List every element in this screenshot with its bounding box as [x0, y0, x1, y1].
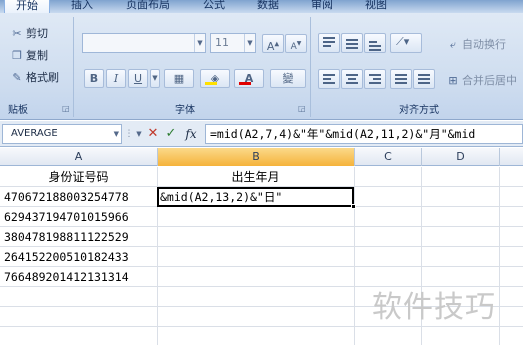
fill-handle[interactable] — [351, 204, 356, 209]
wrap-text-label: 自动换行 — [462, 38, 506, 51]
scissors-icon: ✂ — [12, 27, 22, 40]
font-group-label: 字体 — [175, 105, 195, 116]
tab-home[interactable]: 开始 — [4, 0, 50, 13]
formula-input[interactable]: =mid(A2,7,4)&"年"&mid(A2,11,2)&"月"&mid — [205, 124, 523, 144]
gridline — [499, 167, 500, 345]
chevron-down-icon: ▼ — [244, 34, 255, 52]
column-header-b[interactable]: B — [158, 148, 355, 166]
gridline — [0, 266, 523, 267]
bold-button[interactable]: B — [84, 69, 104, 88]
tab-data[interactable]: 数据 — [248, 0, 288, 13]
watermark-text: 软件技巧 — [372, 290, 496, 325]
borders-button[interactable]: ▦ — [164, 69, 194, 88]
phonetic-guide-button[interactable]: 變 — [270, 69, 306, 88]
chevron-down-icon: ▼ — [194, 34, 205, 52]
gridline — [0, 246, 523, 247]
cell-b1[interactable]: 出生年月 — [157, 168, 354, 186]
grip-icon: ⋮ — [124, 129, 134, 139]
column-headers: A B C D — [0, 148, 523, 166]
tab-review[interactable]: 审阅 — [302, 0, 342, 13]
group-divider — [73, 17, 74, 117]
clipboard-dialog-launcher-icon[interactable]: ◲ — [62, 105, 70, 113]
copy-label: 复制 — [26, 49, 48, 62]
phonetic-guide-icon: 變 — [282, 72, 294, 85]
column-header-d[interactable]: D — [422, 148, 500, 166]
orientation-button[interactable]: ⟋▾ — [390, 33, 422, 53]
cell-a3[interactable]: 629437194701015966 — [4, 208, 129, 226]
shrink-font-button[interactable]: A▼ — [285, 34, 307, 53]
column-header-a[interactable]: A — [0, 148, 158, 166]
align-center-button[interactable] — [341, 69, 363, 89]
underline-button[interactable]: U — [128, 69, 148, 88]
insert-function-icon[interactable]: fx — [181, 124, 201, 144]
font-size-combo[interactable]: 11 ▼ — [210, 33, 256, 53]
underline-dropdown[interactable]: ▼ — [150, 69, 160, 88]
chevron-down-icon: ▼ — [152, 74, 158, 82]
gridline — [0, 326, 523, 327]
chevron-down-icon: ▼ — [113, 130, 119, 138]
chevron-down-icon: ▼ — [136, 130, 142, 138]
fill-color-button[interactable]: ◈ — [200, 69, 230, 88]
name-box[interactable]: AVERAGE ▼ — [2, 124, 122, 144]
enter-icon[interactable]: ✓ — [163, 124, 179, 144]
font-name-combo[interactable]: ▼ — [82, 33, 206, 53]
merge-cells-icon: ⊞ — [448, 74, 458, 87]
format-painter-button[interactable]: ✎ 格式刷 — [10, 68, 59, 87]
cell-a1[interactable]: 身份证号码 — [0, 168, 157, 186]
shrink-font-icon: A▼ — [290, 40, 302, 52]
align-right-button[interactable] — [364, 69, 386, 89]
wrap-text-icon: ⤶ — [449, 38, 457, 51]
cell-a2[interactable]: 470672188003254778 — [4, 188, 129, 206]
gridline — [354, 167, 355, 345]
grow-font-button[interactable]: A▲ — [262, 34, 284, 53]
format-painter-label: 格式刷 — [26, 71, 59, 84]
paintbrush-icon: ✎ — [12, 71, 22, 84]
merge-center-button[interactable]: ⊞ 合并后居中 — [446, 71, 517, 90]
increase-indent-button[interactable] — [413, 69, 435, 89]
copy-button[interactable]: ❐ 复制 — [10, 46, 48, 65]
merge-center-label: 合并后居中 — [462, 74, 517, 87]
cell-a5[interactable]: 264152200510182433 — [4, 248, 129, 266]
italic-button[interactable]: I — [106, 69, 126, 88]
cancel-icon[interactable]: ✕ — [145, 124, 161, 144]
column-header-c[interactable]: C — [355, 148, 422, 166]
formula-button-group: ⋮ ▼ ✕ ✓ fx — [123, 124, 203, 144]
tab-view[interactable]: 视图 — [356, 0, 396, 13]
alignment-group-label: 对齐方式 — [399, 105, 439, 116]
font-size-value: 11 — [215, 36, 229, 49]
wrap-text-button[interactable]: ⤶ 自动换行 — [446, 35, 506, 54]
tab-insert[interactable]: 插入 — [62, 0, 102, 13]
copy-icon: ❐ — [12, 49, 22, 62]
cut-button[interactable]: ✂ 剪切 — [10, 24, 48, 43]
worksheet-grid[interactable]: 身份证号码 出生年月 &mid(A2,13,2)&"日" 47067218800… — [0, 167, 523, 345]
align-left-button[interactable] — [318, 69, 340, 89]
cell-a4[interactable]: 380478198811122529 — [4, 228, 129, 246]
cell-b2-editing-text: &mid(A2,13,2)&"日" — [160, 190, 283, 204]
cell-a6[interactable]: 766489201412131314 — [4, 268, 129, 286]
cut-label: 剪切 — [26, 27, 48, 40]
tab-formulas[interactable]: 公式 — [194, 0, 234, 13]
ribbon-tab-bar: 开始 插入 页面布局 公式 数据 审阅 视图 — [0, 0, 523, 13]
middle-align-button[interactable] — [341, 33, 363, 53]
column-header-e[interactable] — [500, 148, 523, 166]
name-box-value: AVERAGE — [11, 128, 58, 139]
grow-font-icon: A▲ — [266, 39, 280, 53]
top-align-button[interactable] — [318, 33, 340, 53]
ribbon: ✂ 剪切 ❐ 复制 ✎ 格式刷 贴板 ◲ ▼ 11 ▼ A▲ A▼ B I U ▼ ▦… — [0, 13, 523, 120]
decrease-indent-button[interactable] — [390, 69, 412, 89]
borders-icon: ▦ — [173, 72, 185, 85]
clipboard-group-label: 贴板 — [8, 105, 28, 116]
bottom-align-button[interactable] — [364, 33, 386, 53]
formula-bar: AVERAGE ▼ ⋮ ▼ ✕ ✓ fx =mid(A2,7,4)&"年"&mi… — [0, 121, 523, 147]
active-cell-b2[interactable]: &mid(A2,13,2)&"日" — [157, 187, 356, 209]
font-color-button[interactable]: A — [234, 69, 264, 88]
group-divider — [310, 17, 311, 117]
text-orientation-icon: ⟋▾ — [396, 35, 410, 48]
gridline — [0, 226, 523, 227]
font-dialog-launcher-icon[interactable]: ◲ — [298, 105, 306, 113]
tab-page-layout[interactable]: 页面布局 — [118, 0, 178, 13]
